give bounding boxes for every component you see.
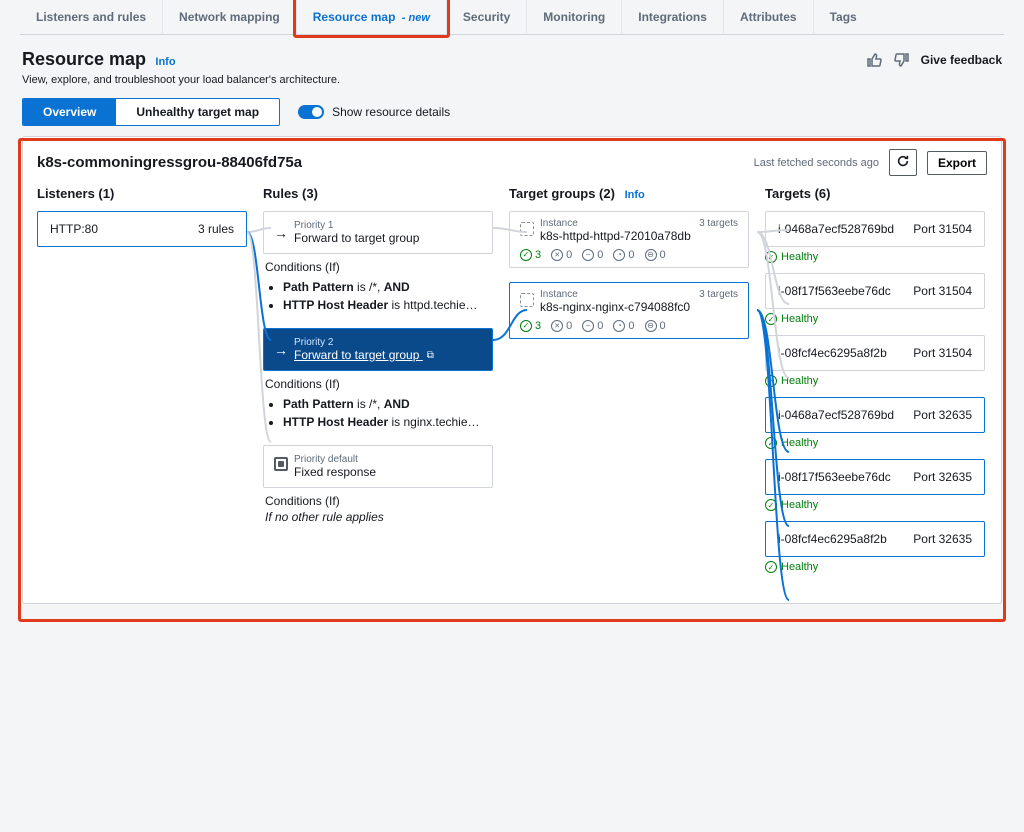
target-health-status: Healthy [765,313,985,325]
target-card[interactable]: i-0468a7ecf528769bd Port 32635 [765,397,985,433]
instance-icon [520,293,534,307]
target-group-health-summary: 3 0 0 0 0 [520,320,738,332]
tab-tags[interactable]: Tags [814,0,873,34]
tab-integrations[interactable]: Integrations [622,0,724,34]
page-title: Resource map [22,49,146,69]
target-instance-id: i-08fcf4ec6295a8f2b [778,532,887,546]
healthy-check-icon [765,499,777,511]
listeners-header: Listeners (1) [37,186,247,201]
rule-action: Forward to target group [294,231,482,245]
view-segmented-control: Overview Unhealthy target map [22,98,280,126]
target-instance-id: i-0468a7ecf528769bd [778,408,894,422]
tab-monitoring[interactable]: Monitoring [527,0,622,34]
refresh-button[interactable] [889,149,917,176]
load-balancer-name: k8s-commoningressgrou-88406fd75a [37,154,302,171]
healthy-check-icon [765,313,777,325]
last-fetched-text: Last fetched seconds ago [754,157,879,169]
tab-label: Resource map [313,10,396,24]
healthy-check-icon [765,375,777,387]
healthy-check-icon [765,561,777,573]
page-description: View, explore, and troubleshoot your loa… [22,74,1002,86]
thumbs-up-icon[interactable] [865,51,883,69]
page-header: Resource map Info Give feedback View, ex… [0,35,1024,92]
tab-attributes[interactable]: Attributes [724,0,814,34]
listener-protocol: HTTP:80 [50,222,98,236]
target-port: Port 32635 [913,408,972,422]
target-port: Port 31504 [913,346,972,360]
tab-security[interactable]: Security [447,0,527,34]
thumbs-down-icon[interactable] [893,51,911,69]
forward-arrow-icon: → [274,343,288,357]
toggle-label: Show resource details [332,105,450,119]
target-group-card-nginx[interactable]: Instance k8s-nginx-nginx-c794088fc0 3 ta… [509,282,749,339]
view-toolbar: Overview Unhealthy target map Show resou… [0,92,1024,136]
info-link[interactable]: Info [155,56,175,68]
new-badge: - new [402,12,430,24]
targets-header: Targets (6) [765,186,985,201]
external-link-icon: ⧉ [427,350,434,361]
target-groups-info-link[interactable]: Info [625,189,645,201]
target-health-status: Healthy [765,375,985,387]
rule-priority: Priority 2 [294,337,482,348]
targets-column: Targets (6) i-0468a7ecf528769bd Port 3150… [765,182,985,583]
listeners-column: Listeners (1) HTTP:80 3 rules [37,182,247,247]
rule-2-conditions: Conditions (If) Path Pattern is /*, AND … [263,371,493,445]
export-button[interactable]: Export [927,151,987,175]
target-group-health-summary: 3 0 0 0 0 [520,249,738,261]
target-instance-id: i-08f17f563eebe76dc [778,470,891,484]
target-instance-id: i-08fcf4ec6295a8f2b [778,346,887,360]
tab-network-mapping[interactable]: Network mapping [163,0,297,34]
target-health-status: Healthy [765,561,985,573]
target-groups-column: Target groups (2) Info Instance k8s-http… [509,182,749,339]
rules-header: Rules (3) [263,186,493,201]
target-health-status: Healthy [765,499,985,511]
overview-button[interactable]: Overview [23,99,116,125]
give-feedback-link[interactable]: Give feedback [921,53,1002,67]
tab-strip: Listeners and rules Network mapping Reso… [0,0,1024,35]
rule-default-conditions: Conditions (If) If no other rule applies [263,488,493,538]
healthy-check-icon [765,437,777,449]
rule-card-default[interactable]: Priority default Fixed response [263,445,493,488]
target-groups-header: Target groups (2) Info [509,186,749,201]
target-port: Port 32635 [913,532,972,546]
target-card[interactable]: i-0468a7ecf528769bd Port 31504 [765,211,985,247]
target-health-status: Healthy [765,437,985,449]
listener-card[interactable]: HTTP:80 3 rules [37,211,247,247]
tab-listeners-and-rules[interactable]: Listeners and rules [20,0,163,34]
target-card[interactable]: i-08fcf4ec6295a8f2b Port 31504 [765,335,985,371]
toggle-track [298,105,324,119]
target-port: Port 31504 [913,284,972,298]
target-port: Port 32635 [913,470,972,484]
fixed-response-icon [274,457,288,471]
rule-action: Fixed response [294,465,482,479]
target-group-card-httpd[interactable]: Instance k8s-httpd-httpd-72010a78db 3 ta… [509,211,749,268]
unhealthy-target-map-button[interactable]: Unhealthy target map [116,99,279,125]
healthy-check-icon [765,251,777,263]
target-instance-id: i-08f17f563eebe76dc [778,284,891,298]
show-resource-details-toggle[interactable]: Show resource details [298,105,450,119]
target-port: Port 31504 [913,222,972,236]
target-health-status: Healthy [765,251,985,263]
tab-resource-map[interactable]: Resource map - new [297,0,447,34]
refresh-icon [896,154,910,168]
rules-column: Rules (3) → Priority 1 Forward to target… [263,182,493,538]
target-card[interactable]: i-08fcf4ec6295a8f2b Port 32635 [765,521,985,557]
target-card[interactable]: i-08f17f563eebe76dc Port 32635 [765,459,985,495]
rule-priority: Priority default [294,454,482,465]
rule-priority: Priority 1 [294,220,482,231]
resource-map-panel: k8s-commoningressgrou-88406fd75a Last fe… [22,136,1002,604]
target-card[interactable]: i-08f17f563eebe76dc Port 31504 [765,273,985,309]
listener-rule-count: 3 rules [198,222,234,236]
resource-columns: Listeners (1) HTTP:80 3 rules Rules (3) … [37,182,987,583]
forward-arrow-icon: → [274,226,288,240]
rule-card-priority-2[interactable]: → Priority 2 Forward to target group ⧉ [263,328,493,371]
instance-icon [520,222,534,236]
rule-card-priority-1[interactable]: → Priority 1 Forward to target group [263,211,493,254]
rule-action: Forward to target group ⧉ [294,348,482,362]
target-instance-id: i-0468a7ecf528769bd [778,222,894,236]
rule-1-conditions: Conditions (If) Path Pattern is /*, AND … [263,254,493,328]
